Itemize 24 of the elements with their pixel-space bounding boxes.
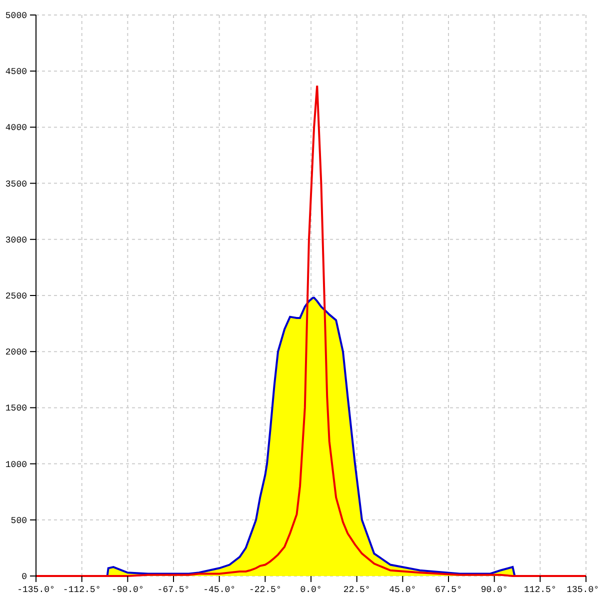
tick-label: 4500 <box>5 67 27 78</box>
tick-label: 5000 <box>5 11 27 21</box>
tick-label: 2000 <box>5 348 27 358</box>
tick-label: 45.0° <box>389 585 416 595</box>
tick-label: 1500 <box>5 404 27 414</box>
tick-label: 1000 <box>5 460 27 470</box>
tick-label: 67.5° <box>435 585 462 595</box>
tick-label: 135.0° <box>566 585 599 595</box>
tick-label: 2500 <box>5 292 27 302</box>
tick-label: -22.5° <box>248 585 282 595</box>
tick-label: 22.5° <box>343 585 370 595</box>
tick-label: -45.0° <box>203 585 236 595</box>
tick-label: 0 <box>22 572 27 582</box>
tick-label: -90.0° <box>111 585 144 595</box>
tick-label: -112.5° <box>62 585 101 595</box>
tick-label: 500 <box>10 516 27 526</box>
tick-label: 90.0° <box>480 585 508 595</box>
tick-label: 4000 <box>5 123 27 134</box>
tick-label: 3000 <box>5 235 27 246</box>
tick-label: 0.0° <box>300 585 322 595</box>
tick-label: -135.0° <box>17 585 55 595</box>
tick-label: 3500 <box>5 179 27 190</box>
tick-label: -67.5° <box>157 585 190 595</box>
tick-label: 112.5° <box>524 585 556 595</box>
